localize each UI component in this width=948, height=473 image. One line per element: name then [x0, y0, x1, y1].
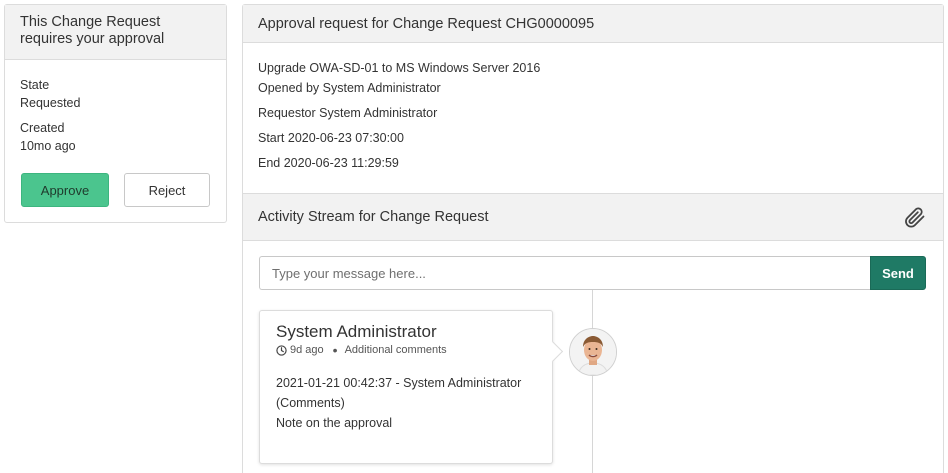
request-details: Upgrade OWA-SD-01 to MS Windows Server 2…	[243, 43, 943, 173]
state-value: Requested	[20, 96, 81, 110]
entry-time: 9d ago	[290, 344, 324, 356]
reject-button[interactable]: Reject	[124, 173, 210, 207]
entry-line: Note on the approval	[276, 416, 393, 430]
separator-dot: •	[332, 342, 338, 358]
opened-by: Opened by System Administrator	[258, 81, 441, 95]
message-composer: Send	[259, 256, 926, 290]
state-label: State	[20, 78, 50, 92]
activity-stream-header: Activity Stream for Change Request	[243, 193, 943, 241]
request-title: Approval request for Change Request CHG0…	[243, 5, 943, 43]
end-time: End 2020-06-23 11:29:59	[258, 156, 399, 170]
message-input[interactable]	[259, 256, 870, 290]
timeline-line	[592, 290, 593, 473]
created-label: Created	[20, 121, 65, 135]
start-time: Start 2020-06-23 07:30:00	[258, 131, 404, 145]
activity-entry: System Administrator 9d ago • Additional…	[259, 310, 553, 464]
paperclip-icon[interactable]	[902, 204, 928, 230]
entry-meta: 9d ago • Additional comments	[276, 342, 536, 358]
entry-line: 2021-01-21 00:42:37 - System Administrat…	[276, 376, 522, 390]
avatar[interactable]	[569, 328, 617, 376]
approval-card-title: This Change Request requires your approv…	[5, 5, 226, 60]
entry-line: (Comments)	[276, 396, 345, 410]
activity-stream-title: Activity Stream for Change Request	[258, 209, 489, 225]
short-description: Upgrade OWA-SD-01 to MS Windows Server 2…	[258, 61, 541, 75]
approval-card: This Change Request requires your approv…	[4, 4, 227, 223]
entry-body: 2021-01-21 00:42:37 - System Administrat…	[276, 373, 536, 433]
clock-icon	[276, 344, 287, 356]
send-button[interactable]: Send	[870, 256, 926, 290]
created-value: 10mo ago	[20, 139, 76, 153]
entry-type: Additional comments	[344, 344, 447, 356]
requestor: Requestor System Administrator	[258, 106, 438, 120]
approval-request-panel: Approval request for Change Request CHG0…	[242, 4, 944, 473]
approve-button[interactable]: Approve	[21, 173, 109, 207]
entry-author: System Administrator	[276, 322, 437, 341]
